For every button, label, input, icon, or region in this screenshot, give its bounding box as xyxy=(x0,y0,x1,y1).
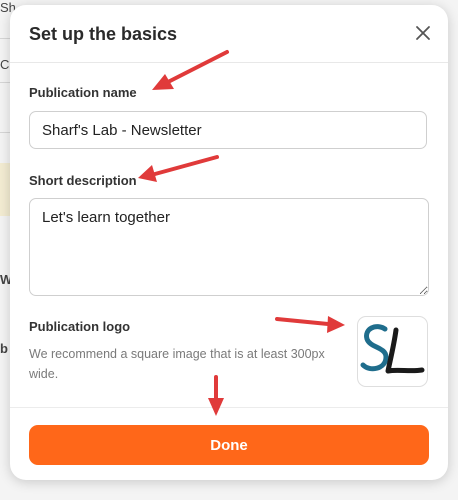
publication-logo-upload[interactable]: SL xyxy=(357,316,428,387)
short-description-label: Short description xyxy=(29,173,137,188)
publication-name-label: Publication name xyxy=(29,85,137,100)
close-button[interactable] xyxy=(412,22,434,44)
publication-logo-label: Publication logo xyxy=(29,319,131,334)
footer-divider xyxy=(10,407,448,408)
setup-modal: Set up the basics Publication name Short… xyxy=(10,5,448,480)
background-text: C xyxy=(0,57,10,72)
modal-title: Set up the basics xyxy=(29,24,178,44)
logo-image: SL xyxy=(360,324,425,374)
publication-name-input[interactable] xyxy=(29,111,427,149)
short-description-textarea[interactable]: Let's learn together xyxy=(29,198,429,296)
close-icon xyxy=(416,26,430,40)
modal-header: Set up the basics xyxy=(10,5,448,63)
logo-help-text: We recommend a square image that is at l… xyxy=(29,347,325,381)
done-button[interactable]: Done xyxy=(29,425,429,465)
background-text: b xyxy=(0,341,8,356)
